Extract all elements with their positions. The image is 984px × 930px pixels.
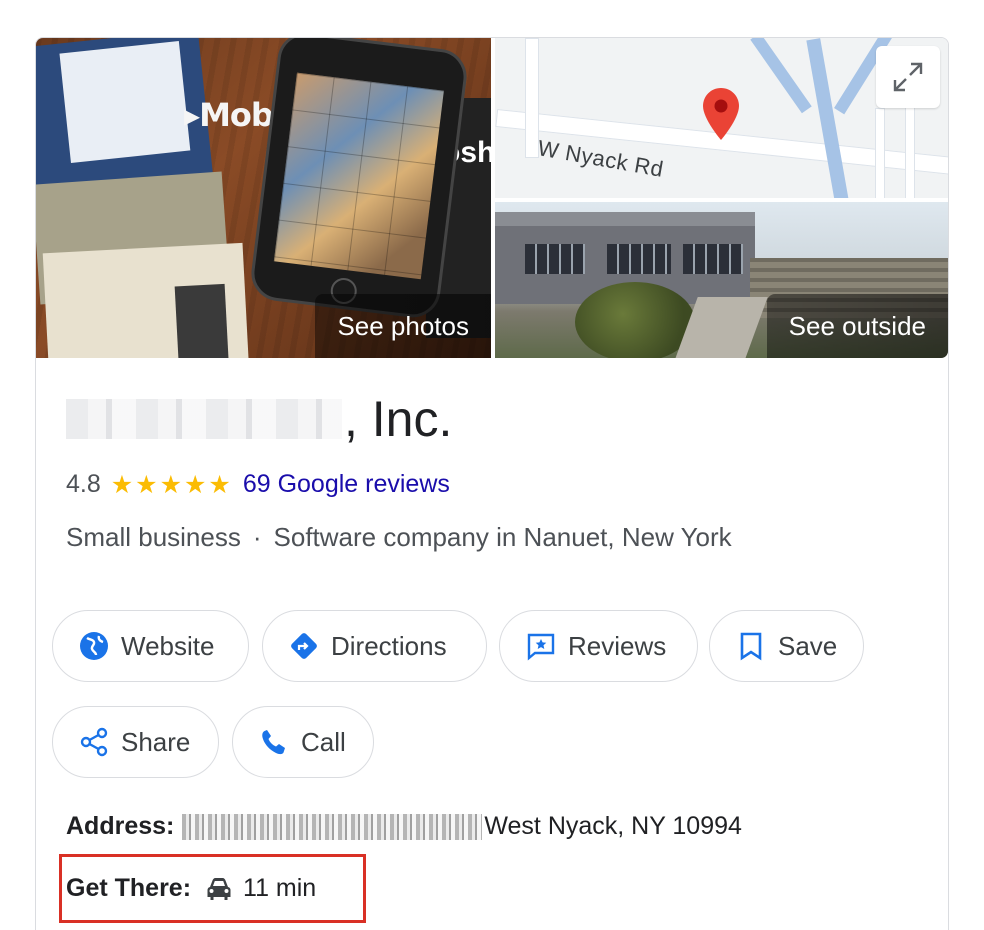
address-value[interactable]: West Nyack, NY 10994 xyxy=(484,812,742,841)
street-view-thumbnail[interactable]: See outside xyxy=(495,202,948,358)
business-title: , Inc. xyxy=(66,390,452,448)
see-photos-button[interactable]: See photos xyxy=(315,294,491,358)
business-category: Small business · Software company in Nanue… xyxy=(66,522,732,552)
address-label: Address: xyxy=(66,812,175,840)
bookmark-icon xyxy=(736,631,766,661)
call-button[interactable]: Call xyxy=(232,706,374,778)
media-strip: ▸Mobile tosh See photos W Nyack Rd See o… xyxy=(36,38,948,358)
location-pin-icon xyxy=(703,88,739,140)
directions-button[interactable]: Directions xyxy=(262,610,487,682)
directions-icon xyxy=(289,631,319,661)
car-icon xyxy=(205,877,233,901)
expand-icon xyxy=(893,62,923,92)
expand-map-button[interactable] xyxy=(876,46,940,108)
photos-thumbnail[interactable]: ▸Mobile tosh See photos xyxy=(36,38,491,358)
travel-time[interactable]: 11 min xyxy=(243,874,316,903)
rating-row: 4.8 ★★★★★ 69 Google reviews xyxy=(66,470,450,499)
reviews-button[interactable]: Reviews xyxy=(499,610,698,682)
share-button[interactable]: Share xyxy=(52,706,219,778)
website-button[interactable]: Website xyxy=(52,610,249,682)
map-thumbnail[interactable]: W Nyack Rd xyxy=(495,38,948,198)
see-outside-button[interactable]: See outside xyxy=(766,294,948,358)
share-icon xyxy=(79,727,109,757)
globe-icon xyxy=(79,631,109,661)
rating-value: 4.8 xyxy=(66,470,101,498)
address-row: Address: West Nyack, NY 10994 xyxy=(66,812,742,841)
star-rating-icon: ★★★★★ xyxy=(110,470,233,499)
get-there-label: Get There: xyxy=(66,874,192,902)
phone-image xyxy=(248,38,470,321)
review-star-icon xyxy=(526,631,556,661)
get-there-row: Get There: 11 min xyxy=(66,874,316,903)
phone-icon xyxy=(259,727,289,757)
redacted-name xyxy=(66,399,342,439)
redacted-street xyxy=(182,813,483,840)
google-reviews-link[interactable]: 69 Google reviews xyxy=(243,470,450,499)
save-button[interactable]: Save xyxy=(709,610,864,682)
